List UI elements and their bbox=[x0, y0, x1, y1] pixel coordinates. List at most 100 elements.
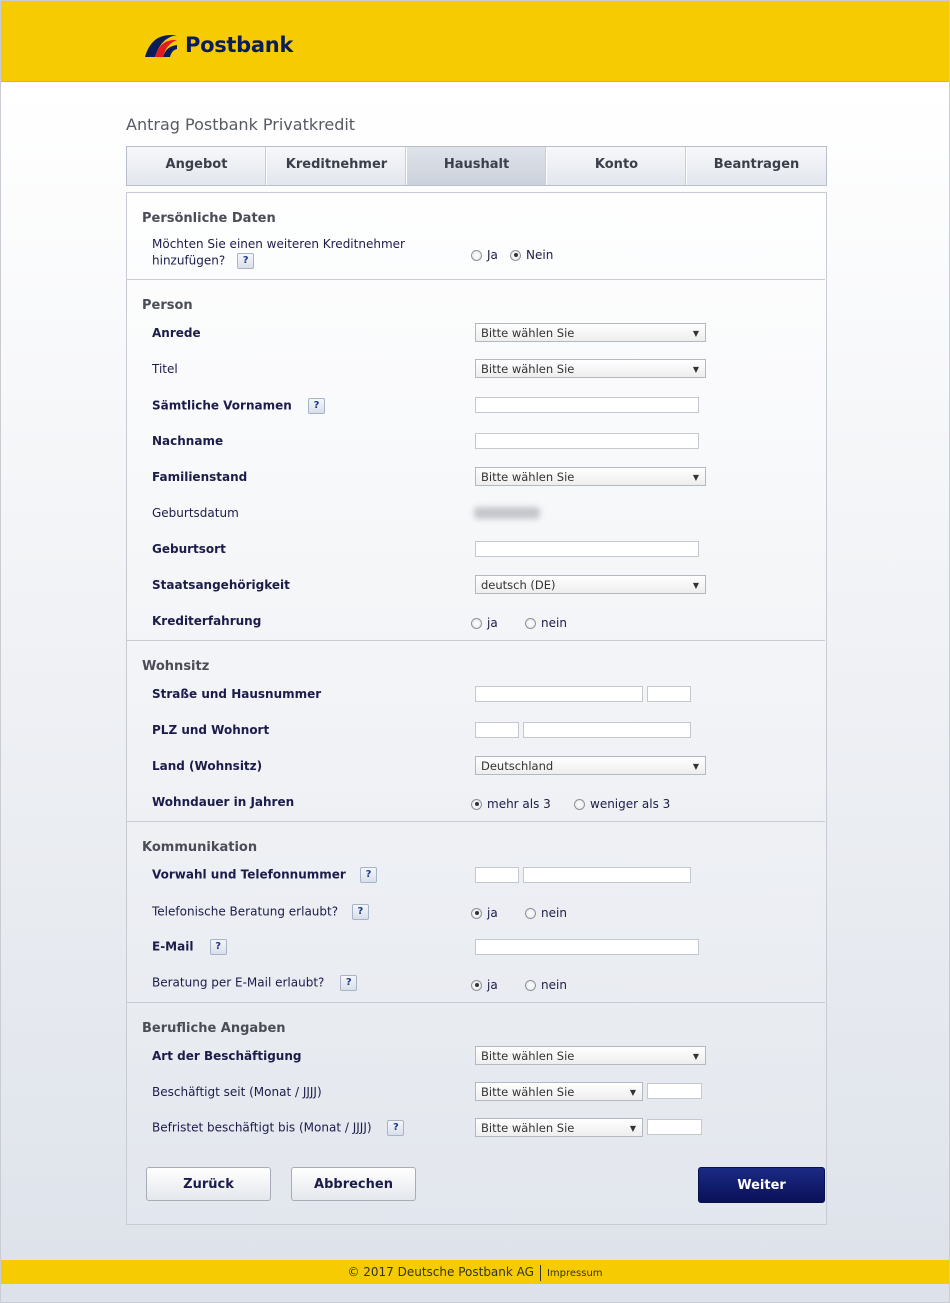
radio-circle-selected[interactable] bbox=[510, 249, 521, 261]
familienstand-select[interactable]: Bitte wählen Sie ▼ bbox=[475, 467, 706, 486]
cancel-button[interactable]: Abbrechen bbox=[291, 1167, 416, 1201]
postbank-logo[interactable]: Postbank bbox=[143, 29, 293, 61]
help-icon[interactable]: ? bbox=[351, 904, 369, 920]
label-geburtsort: Geburtsort bbox=[152, 542, 226, 556]
hausnummer-input[interactable] bbox=[647, 686, 691, 702]
radio-label: Ja bbox=[487, 248, 498, 262]
section-title-beruf: Berufliche Angaben bbox=[142, 1021, 286, 1036]
section-divider bbox=[127, 279, 825, 280]
help-icon[interactable]: ? bbox=[308, 398, 325, 414]
label-weiterer-kreditnehmer-line2: hinzufügen? ? bbox=[152, 253, 255, 269]
label-nachname: Nachname bbox=[152, 434, 224, 448]
radio-circle[interactable] bbox=[574, 798, 585, 810]
impressum-link[interactable]: Impressum bbox=[547, 1268, 603, 1279]
tab-konto[interactable]: Konto bbox=[547, 147, 687, 185]
tab-kreditnehmer[interactable]: Kreditnehmer bbox=[267, 147, 407, 185]
radio-beratung-email-ja[interactable]: ja bbox=[471, 978, 498, 992]
radio-circle[interactable] bbox=[525, 907, 536, 919]
section-title-kommunikation: Kommunikation bbox=[142, 840, 258, 855]
vornamen-input[interactable] bbox=[475, 397, 699, 413]
telefonnummer-input[interactable] bbox=[523, 867, 691, 883]
geburtsdatum-value-redacted bbox=[474, 507, 540, 519]
plz-input[interactable] bbox=[475, 722, 519, 738]
select-value: Bitte wählen Sie bbox=[481, 362, 575, 376]
radio-circle[interactable] bbox=[471, 617, 482, 629]
radio-krediterfahrung-ja[interactable]: ja bbox=[471, 616, 498, 630]
radio-krediterfahrung-nein[interactable]: nein bbox=[525, 616, 567, 630]
titel-select[interactable]: Bitte wählen Sie ▼ bbox=[475, 359, 706, 378]
tab-beantragen[interactable]: Beantragen bbox=[687, 147, 826, 185]
dropdown-arrow-icon: ▼ bbox=[692, 473, 699, 482]
section-divider bbox=[127, 1002, 825, 1003]
beschaeftigt-seit-monat-select[interactable]: Bitte wählen Sie ▼ bbox=[475, 1082, 643, 1101]
strasse-input[interactable] bbox=[475, 686, 643, 702]
radio-beratung-email-nein[interactable]: nein bbox=[525, 978, 567, 992]
select-value: Bitte wählen Sie bbox=[481, 326, 575, 340]
radio-circle-selected[interactable] bbox=[471, 979, 482, 991]
progress-tabs: Angebot Kreditnehmer Haushalt Konto Bean… bbox=[126, 146, 827, 186]
radio-weiterer-ja[interactable]: Ja bbox=[471, 248, 498, 262]
radio-beratung-telefon-nein[interactable]: nein bbox=[525, 906, 567, 920]
dropdown-arrow-icon: ▼ bbox=[629, 1088, 636, 1097]
radio-circle[interactable] bbox=[471, 249, 482, 261]
radio-beratung-telefon-ja[interactable]: ja bbox=[471, 906, 498, 920]
label-strasse: Straße und Hausnummer bbox=[152, 687, 322, 701]
vorwahl-input[interactable] bbox=[475, 867, 519, 883]
radio-label: nein bbox=[541, 616, 567, 630]
label-titel: Titel bbox=[152, 362, 178, 376]
select-value: Deutschland bbox=[481, 759, 554, 773]
radio-weiterer-nein[interactable]: Nein bbox=[510, 248, 553, 262]
back-button[interactable]: Zurück bbox=[146, 1167, 271, 1201]
dropdown-arrow-icon: ▼ bbox=[692, 581, 699, 590]
label-text: Telefonische Beratung erlaubt? bbox=[152, 904, 339, 919]
label-befristet-bis: Befristet beschäftigt bis (Monat / JJJJ)… bbox=[152, 1120, 405, 1136]
label-text: Beratung per E-Mail erlaubt? bbox=[152, 975, 325, 990]
nachname-input[interactable] bbox=[475, 433, 699, 449]
page-title: Antrag Postbank Privatkredit bbox=[126, 115, 356, 134]
tab-haushalt[interactable]: Haushalt bbox=[407, 147, 547, 185]
tab-angebot[interactable]: Angebot bbox=[127, 147, 267, 185]
footer-copyright: © 2017 Deutsche Postbank AG bbox=[347, 1265, 534, 1279]
befristet-bis-monat-select[interactable]: Bitte wählen Sie ▼ bbox=[475, 1118, 643, 1137]
label-anrede: Anrede bbox=[152, 326, 201, 340]
label-beschaeftigt-seit: Beschäftigt seit (Monat / JJJJ) bbox=[152, 1085, 322, 1099]
radio-wohndauer-mehr[interactable]: mehr als 3 bbox=[471, 797, 551, 811]
postbank-logo-icon bbox=[145, 35, 177, 57]
radio-label: mehr als 3 bbox=[487, 797, 551, 811]
help-icon[interactable]: ? bbox=[360, 867, 377, 883]
beschaeftigt-seit-jahr-input[interactable] bbox=[647, 1083, 702, 1099]
radio-circle-selected[interactable] bbox=[471, 798, 482, 810]
dropdown-arrow-icon: ▼ bbox=[629, 1124, 636, 1133]
help-icon[interactable]: ? bbox=[237, 253, 255, 269]
radio-label: nein bbox=[541, 978, 567, 992]
radio-circle[interactable] bbox=[525, 979, 536, 991]
select-value: Bitte wählen Sie bbox=[481, 470, 575, 484]
staatsangehoerigkeit-select[interactable]: deutsch (DE) ▼ bbox=[475, 575, 706, 594]
label-familienstand: Familienstand bbox=[152, 470, 248, 484]
header-bar: Postbank bbox=[1, 1, 949, 82]
wohnort-input[interactable] bbox=[523, 722, 691, 738]
art-beschaeftigung-select[interactable]: Bitte wählen Sie ▼ bbox=[475, 1046, 706, 1065]
select-value: Bitte wählen Sie bbox=[481, 1121, 575, 1135]
anrede-select[interactable]: Bitte wählen Sie ▼ bbox=[475, 323, 706, 342]
select-value: Bitte wählen Sie bbox=[481, 1049, 575, 1063]
radio-wohndauer-weniger[interactable]: weniger als 3 bbox=[574, 797, 670, 811]
befristet-bis-jahr-input[interactable] bbox=[647, 1119, 702, 1135]
dropdown-arrow-icon: ▼ bbox=[692, 329, 699, 338]
geburtsort-input[interactable] bbox=[475, 541, 699, 557]
select-value: deutsch (DE) bbox=[481, 578, 556, 592]
label-art-beschaeftigung: Art der Beschäftigung bbox=[152, 1049, 302, 1063]
land-select[interactable]: Deutschland ▼ bbox=[475, 756, 706, 775]
radio-circle[interactable] bbox=[525, 617, 536, 629]
label-beratung-telefon: Telefonische Beratung erlaubt? ? bbox=[152, 904, 369, 920]
email-input[interactable] bbox=[475, 939, 699, 955]
help-icon[interactable]: ? bbox=[209, 939, 227, 955]
label-text: Vorwahl und Telefonnummer bbox=[152, 867, 346, 882]
label-geburtsdatum: Geburtsdatum bbox=[152, 506, 239, 520]
next-button[interactable]: Weiter bbox=[698, 1167, 825, 1203]
help-icon[interactable]: ? bbox=[340, 975, 358, 991]
help-icon[interactable]: ? bbox=[387, 1120, 405, 1136]
section-divider bbox=[127, 640, 825, 641]
brand-name: Postbank bbox=[185, 33, 294, 57]
radio-circle-selected[interactable] bbox=[471, 907, 482, 919]
